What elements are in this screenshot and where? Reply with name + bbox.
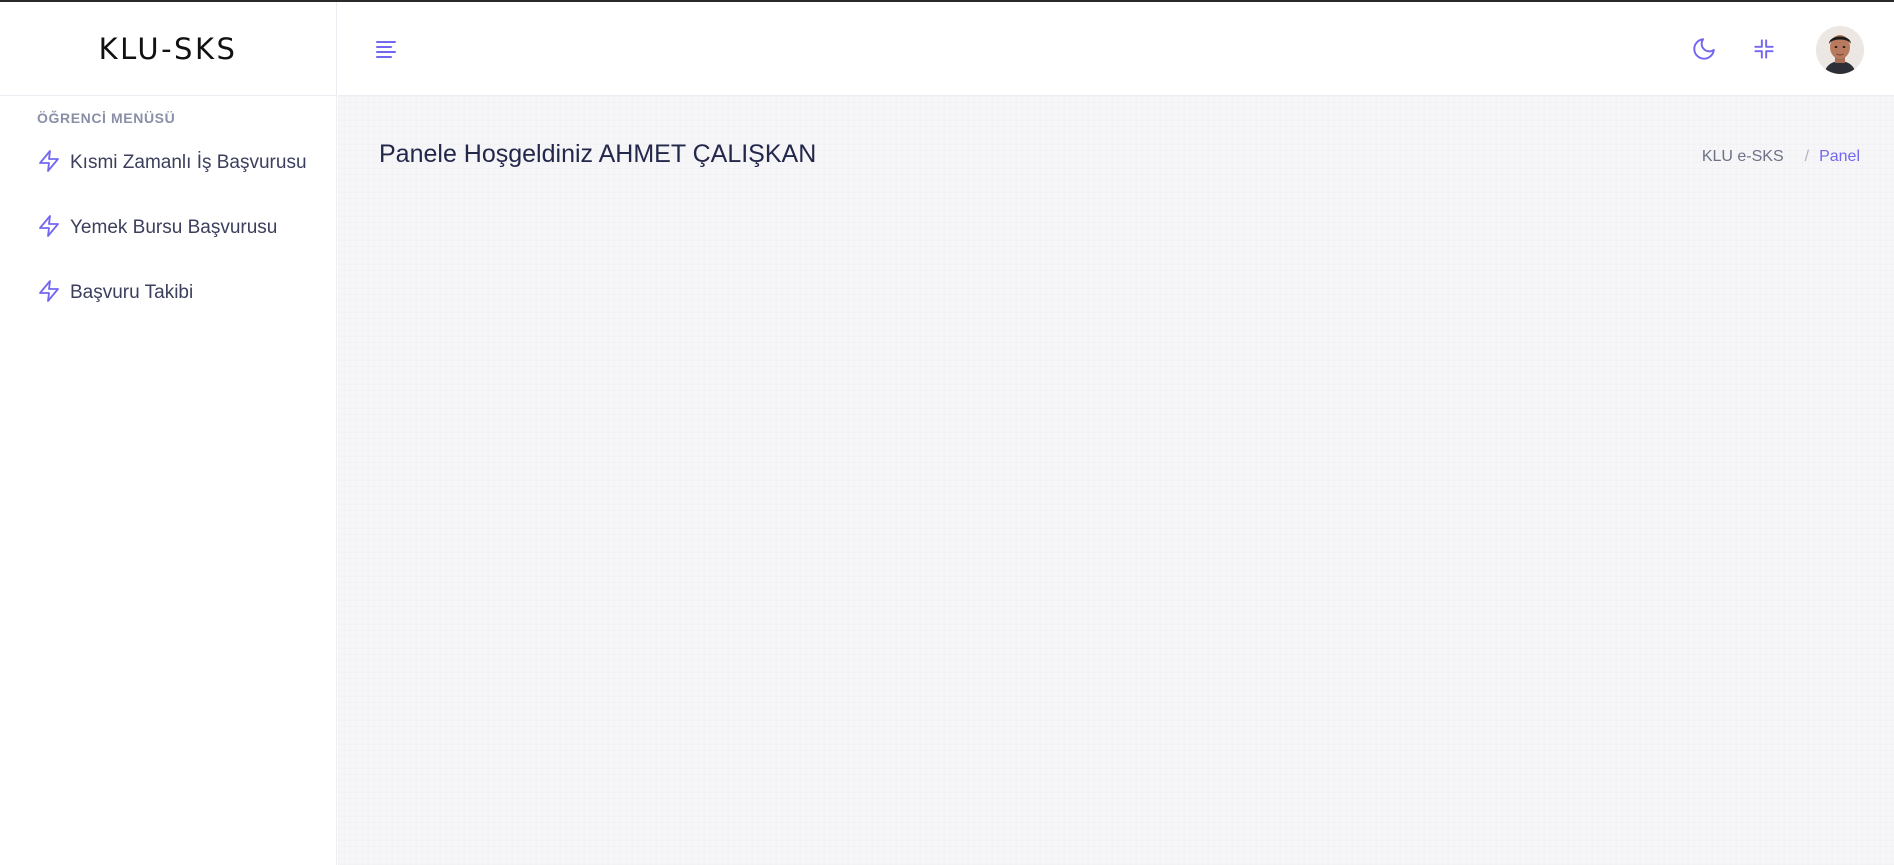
moon-icon[interactable] (1691, 36, 1717, 62)
sidebar-item-application-tracking[interactable]: Başvuru Takibi (0, 260, 336, 325)
sidebar-item-part-time-job[interactable]: Kısmi Zamanlı İş Başvurusu (0, 130, 336, 195)
breadcrumb: KLU e-SKS / Panel (1702, 148, 1860, 166)
top-header (338, 2, 1894, 96)
sidebar-item-label: Kısmi Zamanlı İş Başvurusu (70, 151, 307, 173)
zap-icon (39, 214, 59, 237)
minimize-icon[interactable] (1751, 36, 1777, 62)
sidebar-item-label: Yemek Bursu Başvurusu (70, 216, 278, 238)
hamburger-menu-icon[interactable] (374, 37, 398, 61)
menu-section-title: ÖĞRENCİ MENÜSÜ (37, 110, 176, 126)
zap-icon (39, 279, 59, 302)
avatar-image (1816, 26, 1864, 74)
user-avatar[interactable] (1816, 26, 1864, 74)
breadcrumb-root-link[interactable]: KLU e-SKS (1702, 148, 1784, 166)
sidebar: KLU-SKS ÖĞRENCİ MENÜSÜ Kısmi Zamanlı İş … (0, 2, 337, 865)
brand-logo-text[interactable]: KLU-SKS (99, 32, 238, 66)
sidebar-item-label: Başvuru Takibi (70, 281, 194, 303)
page-title: Panele Hoşgeldiniz AHMET ÇALIŞKAN (379, 140, 817, 168)
zap-icon (39, 149, 59, 172)
sidebar-item-meal-scholarship[interactable]: Yemek Bursu Başvurusu (0, 195, 336, 260)
breadcrumb-separator: / (1804, 148, 1810, 165)
brand[interactable]: KLU-SKS (0, 2, 336, 96)
breadcrumb-current: Panel (1819, 148, 1860, 165)
main-content: Panele Hoşgeldiniz AHMET ÇALIŞKAN KLU e-… (338, 96, 1894, 865)
